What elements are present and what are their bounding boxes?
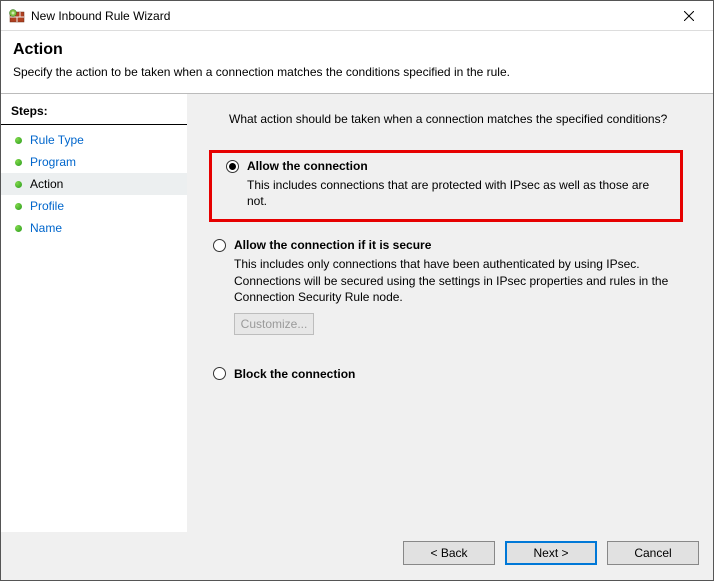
steps-heading: Steps: — [1, 100, 187, 125]
option-allow-secure: Allow the connection if it is secure Thi… — [207, 238, 693, 335]
step-bullet-icon — [15, 225, 22, 232]
wizard-window: New Inbound Rule Wizard Action Specify t… — [0, 0, 714, 581]
option-block: Block the connection — [207, 367, 693, 381]
close-button[interactable] — [667, 2, 711, 30]
wizard-footer: < Back Next > Cancel — [1, 532, 713, 580]
cancel-button[interactable]: Cancel — [607, 541, 699, 565]
page-subtitle: Specify the action to be taken when a co… — [13, 65, 701, 79]
radio-label: Block the connection — [234, 367, 355, 381]
radio-icon — [213, 239, 226, 252]
step-label: Action — [30, 177, 63, 191]
main-panel: What action should be taken when a conne… — [187, 94, 713, 532]
step-bullet-icon — [15, 159, 22, 166]
next-button[interactable]: Next > — [505, 541, 597, 565]
titlebar: New Inbound Rule Wizard — [1, 1, 713, 31]
step-profile[interactable]: Profile — [1, 195, 187, 217]
step-bullet-icon — [15, 181, 22, 188]
step-label: Rule Type — [30, 133, 84, 147]
page-title: Action — [13, 41, 701, 59]
radio-label: Allow the connection — [247, 159, 368, 173]
option-description: This includes only connections that have… — [234, 256, 674, 305]
radio-icon — [213, 367, 226, 380]
firewall-icon — [9, 8, 25, 24]
step-label: Profile — [30, 199, 64, 213]
back-button[interactable]: < Back — [403, 541, 495, 565]
radio-label: Allow the connection if it is secure — [234, 238, 431, 252]
radio-icon — [226, 160, 239, 173]
step-label: Name — [30, 221, 62, 235]
option-description: This includes connections that are prote… — [247, 177, 672, 209]
step-label: Program — [30, 155, 76, 169]
step-bullet-icon — [15, 203, 22, 210]
wizard-body: Steps: Rule Type Program Action Profile … — [1, 94, 713, 532]
wizard-header: Action Specify the action to be taken wh… — [1, 31, 713, 94]
radio-allow-connection[interactable]: Allow the connection — [220, 159, 672, 173]
action-prompt: What action should be taken when a conne… — [229, 112, 693, 126]
step-bullet-icon — [15, 137, 22, 144]
step-action[interactable]: Action — [1, 173, 187, 195]
highlighted-option: Allow the connection This includes conne… — [209, 150, 683, 222]
radio-block-connection[interactable]: Block the connection — [207, 367, 693, 381]
steps-sidebar: Steps: Rule Type Program Action Profile … — [1, 94, 187, 532]
step-rule-type[interactable]: Rule Type — [1, 129, 187, 151]
window-title: New Inbound Rule Wizard — [31, 9, 667, 23]
radio-allow-secure[interactable]: Allow the connection if it is secure — [207, 238, 693, 252]
customize-button: Customize... — [234, 313, 314, 335]
step-program[interactable]: Program — [1, 151, 187, 173]
step-name[interactable]: Name — [1, 217, 187, 239]
